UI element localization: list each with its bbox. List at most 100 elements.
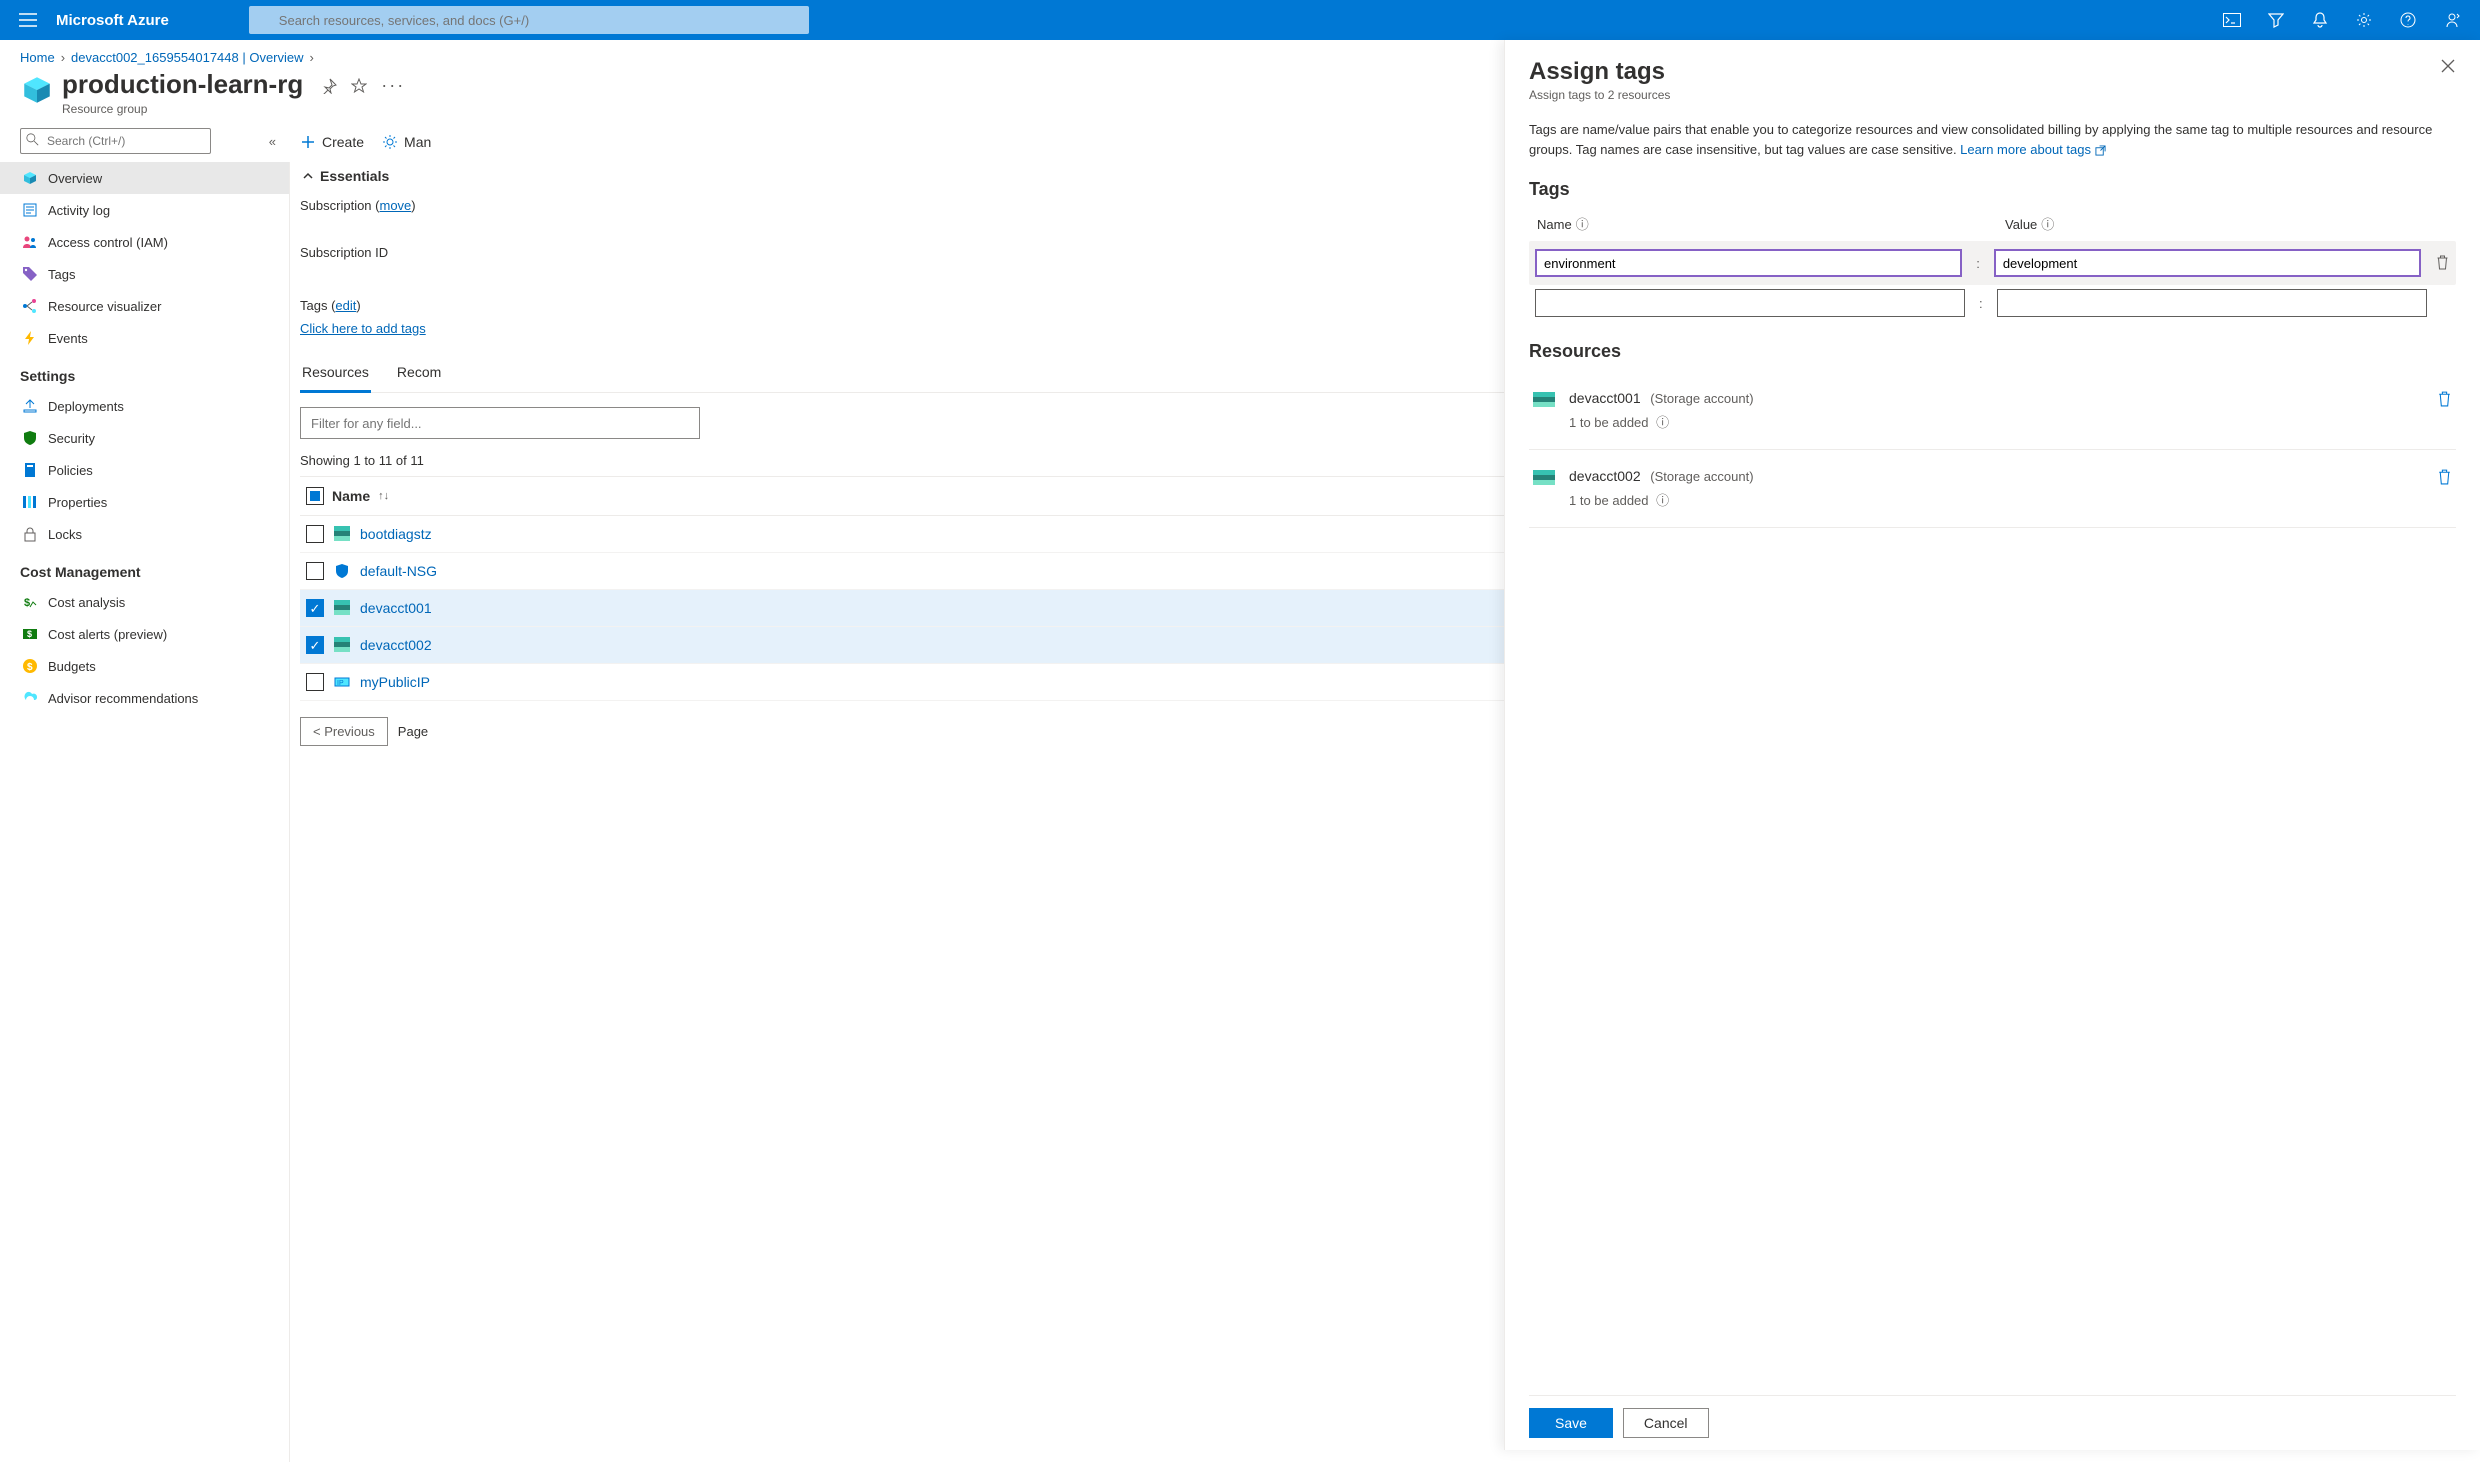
sidebar-item-properties[interactable]: Properties xyxy=(0,486,289,518)
resource-group-icon xyxy=(20,73,54,107)
add-tags-link[interactable]: Click here to add tags xyxy=(300,321,426,336)
log-icon xyxy=(22,202,38,218)
sidebar-item-cost-alerts[interactable]: $Cost alerts (preview) xyxy=(0,618,289,650)
resource-link[interactable]: myPublicIP xyxy=(360,674,430,690)
sidebar-item-policies[interactable]: Policies xyxy=(0,454,289,486)
colon: : xyxy=(1976,256,1980,271)
manage-button[interactable]: Man xyxy=(382,134,431,150)
filter-icon[interactable] xyxy=(2256,0,2296,40)
svg-text:IP: IP xyxy=(337,680,344,687)
collapse-sidebar-icon[interactable]: « xyxy=(269,134,276,149)
resource-link[interactable]: devacct002 xyxy=(360,637,432,653)
sidebar-item-label: Activity log xyxy=(48,203,110,218)
save-button[interactable]: Save xyxy=(1529,1408,1613,1438)
edit-tags-link[interactable]: edit xyxy=(335,298,356,313)
settings-icon[interactable] xyxy=(2344,0,2384,40)
select-all-checkbox[interactable] xyxy=(306,487,324,505)
global-search-input[interactable] xyxy=(249,6,809,34)
sidebar-item-label: Overview xyxy=(48,171,102,186)
sidebar-item-events[interactable]: Events xyxy=(0,322,289,354)
learn-more-link[interactable]: Learn more about tags xyxy=(1960,142,2105,157)
row-checkbox[interactable] xyxy=(306,636,324,654)
resource-item: devacct002 (Storage account) 1 to be add… xyxy=(1529,450,2456,528)
resource-sub: 1 to be added xyxy=(1569,493,1649,508)
panel-title: Assign tags xyxy=(1529,58,1670,86)
tag-name-header: Nameⓘ xyxy=(1537,214,1967,233)
sidebar-item-label: Cost analysis xyxy=(48,595,125,610)
resource-name: devacct002 xyxy=(1569,468,1641,484)
sort-icon[interactable]: ↑↓ xyxy=(378,490,389,502)
sidebar-item-deployments[interactable]: Deployments xyxy=(0,390,289,422)
cancel-button[interactable]: Cancel xyxy=(1623,1408,1709,1438)
resource-link[interactable]: bootdiagstz xyxy=(360,526,432,542)
row-checkbox[interactable] xyxy=(306,525,324,543)
move-link[interactable]: move xyxy=(379,198,411,213)
notifications-icon[interactable] xyxy=(2300,0,2340,40)
sidebar-search-input[interactable] xyxy=(20,128,211,154)
resource-type: (Storage account) xyxy=(1650,469,1753,484)
remove-resource-icon[interactable] xyxy=(2437,468,2452,488)
tag-value-input[interactable] xyxy=(1994,249,2421,277)
row-checkbox[interactable] xyxy=(306,599,324,617)
close-icon[interactable] xyxy=(2440,58,2456,102)
sidebar-item-cost-analysis[interactable]: $ Cost analysis xyxy=(0,586,289,618)
sidebar-item-tags[interactable]: Tags xyxy=(0,258,289,290)
sidebar-item-security[interactable]: Security xyxy=(0,422,289,454)
tab-recommendations[interactable]: Recom xyxy=(395,356,443,392)
resource-link[interactable]: devacct001 xyxy=(360,600,432,616)
shield-icon xyxy=(22,430,38,446)
create-button[interactable]: Create xyxy=(300,134,364,150)
column-name[interactable]: Name xyxy=(332,488,370,504)
sidebar-item-iam[interactable]: Access control (IAM) xyxy=(0,226,289,258)
delete-tag-icon[interactable] xyxy=(2435,254,2450,273)
previous-button[interactable]: < Previous xyxy=(300,717,388,746)
storage-icon xyxy=(1533,392,1555,408)
cost-icon: $ xyxy=(22,594,38,610)
info-icon[interactable]: ⓘ xyxy=(1576,217,1589,232)
info-icon[interactable]: ⓘ xyxy=(1656,415,1669,430)
resource-sub: 1 to be added xyxy=(1569,415,1649,430)
resources-heading: Resources xyxy=(1529,341,2456,362)
tag-value-input[interactable] xyxy=(1997,289,2427,317)
panel-description: Tags are name/value pairs that enable yo… xyxy=(1529,120,2456,159)
sidebar-item-activity-log[interactable]: Activity log xyxy=(0,194,289,226)
tab-resources[interactable]: Resources xyxy=(300,356,371,393)
star-icon[interactable] xyxy=(351,78,367,94)
filter-input[interactable] xyxy=(300,407,700,439)
feedback-icon[interactable] xyxy=(2432,0,2472,40)
sidebar-item-overview[interactable]: Overview xyxy=(0,162,289,194)
page-subtitle: Resource group xyxy=(62,102,303,116)
info-icon[interactable]: ⓘ xyxy=(1656,493,1669,508)
sidebar-item-visualizer[interactable]: Resource visualizer xyxy=(0,290,289,322)
sidebar-item-locks[interactable]: Locks xyxy=(0,518,289,550)
breadcrumb-home[interactable]: Home xyxy=(20,50,55,65)
storage-icon xyxy=(1533,470,1555,486)
visualizer-icon xyxy=(22,298,38,314)
hamburger-icon[interactable] xyxy=(8,0,48,40)
tag-name-input[interactable] xyxy=(1535,289,1965,317)
info-icon[interactable]: ⓘ xyxy=(2041,217,2054,232)
brand-label[interactable]: Microsoft Azure xyxy=(56,12,169,29)
more-icon[interactable]: ··· xyxy=(381,75,405,96)
sidebar-item-label: Cost alerts (preview) xyxy=(48,627,167,642)
nsg-icon xyxy=(334,563,350,579)
remove-resource-icon[interactable] xyxy=(2437,390,2452,410)
cloud-shell-icon[interactable] xyxy=(2212,0,2252,40)
storage-icon xyxy=(334,526,350,542)
sidebar-item-budgets[interactable]: $Budgets xyxy=(0,650,289,682)
row-checkbox[interactable] xyxy=(306,562,324,580)
properties-icon xyxy=(22,494,38,510)
svg-text:$: $ xyxy=(24,597,30,609)
tag-name-input[interactable] xyxy=(1535,249,1962,277)
panel-subtitle: Assign tags to 2 resources xyxy=(1529,88,1670,102)
pin-icon[interactable] xyxy=(321,78,337,94)
tag-value-header: Valueⓘ xyxy=(2005,214,2435,233)
resource-link[interactable]: default-NSG xyxy=(360,563,437,579)
breadcrumb-item[interactable]: devacct002_1659554017448 | Overview xyxy=(71,50,304,65)
sidebar-item-label: Tags xyxy=(48,267,75,282)
resource-type: (Storage account) xyxy=(1650,391,1753,406)
help-icon[interactable] xyxy=(2388,0,2428,40)
row-checkbox[interactable] xyxy=(306,673,324,691)
sidebar-item-label: Locks xyxy=(48,527,82,542)
sidebar-item-advisor[interactable]: Advisor recommendations xyxy=(0,682,289,714)
